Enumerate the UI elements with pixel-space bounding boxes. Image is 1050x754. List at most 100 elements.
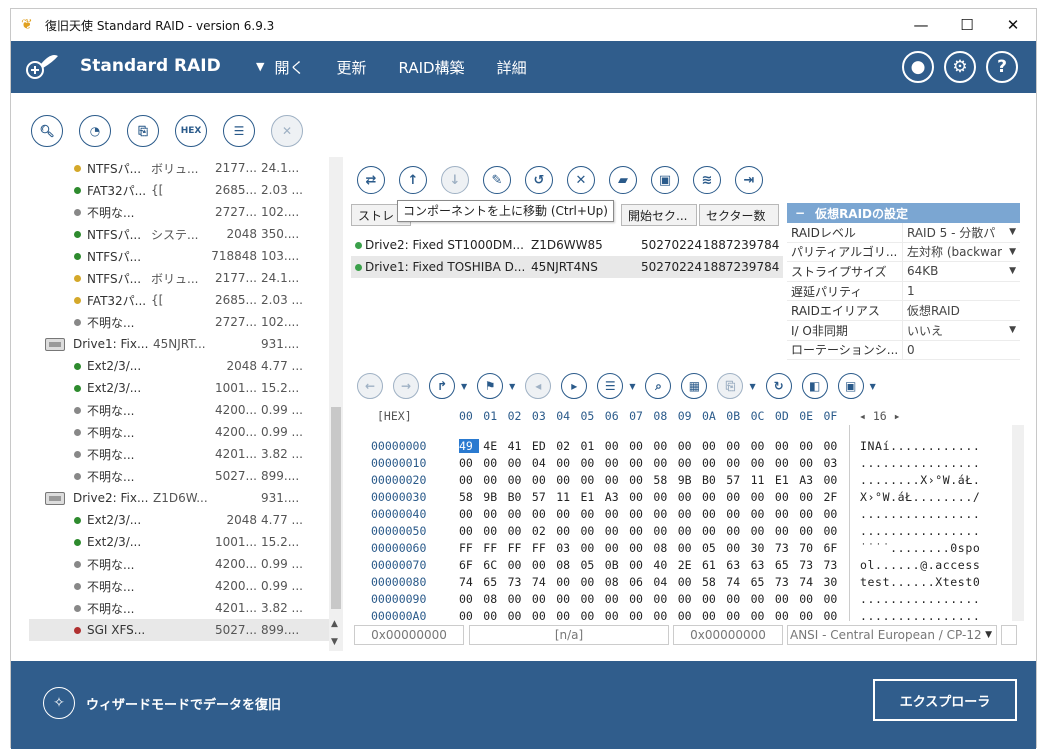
hex-row[interactable]: 00000030 58 9B B0 57 11 E1 A3 00 00 00 00 00 00 00 00 2F…: [351, 490, 1001, 507]
hex-byte[interactable]: 49: [459, 439, 479, 453]
hex-byte[interactable]: 00: [508, 456, 528, 470]
hex-text[interactable]: X›°W.áŁ......../: [860, 490, 980, 504]
hex-byte[interactable]: 00: [751, 439, 771, 453]
hex-byte[interactable]: 00: [605, 609, 625, 623]
hex-byte[interactable]: 00: [483, 524, 503, 538]
close-window-button[interactable]: ✕: [990, 9, 1036, 41]
hex-byte[interactable]: 00: [629, 609, 649, 623]
hex-byte[interactable]: 08: [605, 575, 625, 589]
explorer-button[interactable]: エクスプローラ: [873, 679, 1017, 721]
hex-byte[interactable]: 00: [653, 524, 673, 538]
tree-partition-row[interactable]: Ext2/3/... 2048 4.77 ...: [29, 355, 329, 377]
hex-byte[interactable]: 00: [702, 490, 722, 504]
hex-byte[interactable]: FF: [483, 541, 503, 555]
hex-byte[interactable]: 08: [483, 592, 503, 606]
hex-byte[interactable]: 58: [702, 575, 722, 589]
hex-text[interactable]: ................: [860, 507, 980, 521]
hex-byte[interactable]: 00: [532, 609, 552, 623]
hex-text[interactable]: ........X›°W.áŁ.: [860, 473, 980, 487]
undo-button[interactable]: ↺: [525, 166, 553, 194]
hex-byte[interactable]: FF: [459, 541, 479, 555]
hex-byte[interactable]: 08: [653, 541, 673, 555]
tree-partition-row[interactable]: Ext2/3/... 1001... 15.2...: [29, 377, 329, 399]
hex-byte[interactable]: 61: [702, 558, 722, 572]
tree-partition-row[interactable]: NTFSパ... 718848 103....: [29, 245, 329, 267]
hex-byte[interactable]: 00: [483, 609, 503, 623]
hex-byte[interactable]: 00: [581, 456, 601, 470]
hex-byte[interactable]: 00: [702, 456, 722, 470]
hex-byte[interactable]: 00: [605, 439, 625, 453]
prev-bookmark-button[interactable]: ◂: [525, 373, 552, 399]
copy-button[interactable]: ⎘: [717, 373, 744, 399]
tree-partition-row[interactable]: 不明な... 4201... 3.82 ...: [29, 597, 329, 619]
setting-value[interactable]: いいえ ▼: [903, 321, 1020, 340]
hex-byte[interactable]: 00: [678, 541, 698, 555]
hex-byte[interactable]: 00: [678, 490, 698, 504]
setting-value[interactable]: RAID 5 - 分散パ ▼: [903, 223, 1020, 242]
hex-byte[interactable]: 06: [629, 575, 649, 589]
hex-byte[interactable]: 00: [605, 524, 625, 538]
open-folder-button[interactable]: ▰: [609, 166, 637, 194]
hex-byte[interactable]: 08: [556, 558, 576, 572]
hex-text[interactable]: ................: [860, 524, 980, 538]
hex-byte[interactable]: 0B: [605, 558, 625, 572]
hex-byte[interactable]: 00: [581, 473, 601, 487]
wizard-link[interactable]: ウィザードモードでデータを復旧: [86, 694, 281, 713]
hex-byte[interactable]: 00: [556, 456, 576, 470]
tree-partition-row[interactable]: Ext2/3/... 1001... 15.2...: [29, 531, 329, 553]
hex-byte[interactable]: ED: [532, 439, 552, 453]
menu-raid-build[interactable]: RAID構築: [399, 57, 465, 78]
hex-byte[interactable]: 00: [775, 507, 795, 521]
hex-row[interactable]: 00000010 00 00 00 04 00 00 00 00 00 00 00 00 00 00 00 03…: [351, 456, 1001, 473]
next-bookmark-button[interactable]: ▸: [561, 373, 588, 399]
hex-byte[interactable]: 00: [532, 473, 552, 487]
hex-byte[interactable]: 00: [799, 507, 819, 521]
hex-byte[interactable]: 00: [751, 507, 771, 521]
move-down-button[interactable]: ↓: [441, 166, 469, 194]
tree-scroll-thumb[interactable]: [331, 407, 341, 609]
chevron-down-icon[interactable]: ▼: [1009, 227, 1016, 237]
hex-byte[interactable]: 03: [824, 456, 844, 470]
hex-text[interactable]: ................: [860, 592, 980, 606]
hex-byte[interactable]: 00: [532, 592, 552, 606]
hex-byte[interactable]: 05: [702, 541, 722, 555]
encoding-select[interactable]: ANSI - Central European / CP-12 ▼: [787, 625, 997, 645]
hex-byte[interactable]: 6C: [483, 558, 503, 572]
hex-byte[interactable]: 00: [702, 524, 722, 538]
hex-byte[interactable]: 00: [702, 592, 722, 606]
minimize-button[interactable]: —: [898, 9, 944, 41]
chevron-down-icon[interactable]: ▼: [1009, 266, 1016, 276]
hex-byte[interactable]: 00: [824, 473, 844, 487]
hex-viewer[interactable]: [HEX] ◂ 16 ▸ 00 01 02 03 04 05 06 07 08 09 0A 0B 0C 0…: [351, 407, 1024, 623]
settings-row[interactable]: RAIDエイリアス 仮想RAID: [787, 301, 1020, 321]
hex-byte[interactable]: 00: [726, 490, 746, 504]
hex-byte[interactable]: 00: [605, 507, 625, 521]
hex-byte[interactable]: 00: [799, 456, 819, 470]
setting-value[interactable]: 左対称 (backwar ▼: [903, 243, 1020, 262]
hex-byte[interactable]: 00: [556, 473, 576, 487]
hex-byte[interactable]: 00: [702, 439, 722, 453]
hex-byte[interactable]: FF: [508, 541, 528, 555]
maximize-button[interactable]: ☐: [944, 9, 990, 41]
hex-row[interactable]: 00000050 00 00 00 02 00 00 00 00 00 00 00 00 00 00 00 00…: [351, 524, 1001, 541]
hex-row[interactable]: 000000A0 00 00 00 00 00 00 00 00 00 00 00 00 00 00 00 00…: [351, 609, 1001, 626]
view-dropdown-icon[interactable]: ▼: [629, 382, 635, 391]
save-dropdown-icon[interactable]: ▼: [870, 382, 876, 391]
hex-byte[interactable]: 00: [678, 507, 698, 521]
hex-byte[interactable]: 30: [751, 541, 771, 555]
settings-row[interactable]: パリティアルゴリ... 左対称 (backwar ▼: [787, 242, 1020, 263]
reload-button[interactable]: ↻: [765, 373, 792, 399]
settings-row[interactable]: I/ O非同期 いいえ ▼: [787, 320, 1020, 341]
hex-byte[interactable]: 57: [726, 473, 746, 487]
collapse-icon[interactable]: −: [795, 206, 805, 220]
hex-byte[interactable]: 6F: [459, 558, 479, 572]
hex-text[interactable]: INAí............: [860, 439, 980, 453]
hex-text[interactable]: ˙˙˙˙........0spo: [860, 541, 980, 555]
hex-byte[interactable]: 00: [702, 507, 722, 521]
tree-partition-row[interactable]: 不明な... 4200... 0.99 ...: [29, 553, 329, 575]
tree-scrollbar[interactable]: ▲ ▼: [329, 157, 343, 651]
hex-byte[interactable]: 74: [532, 575, 552, 589]
hex-byte[interactable]: 41: [508, 439, 528, 453]
settings-row[interactable]: 遅延パリティ 1: [787, 281, 1020, 302]
hex-row[interactable]: 00000020 00 00 00 00 00 00 00 00 58 9B B0 57 11 E1 A3 00…: [351, 473, 1001, 490]
